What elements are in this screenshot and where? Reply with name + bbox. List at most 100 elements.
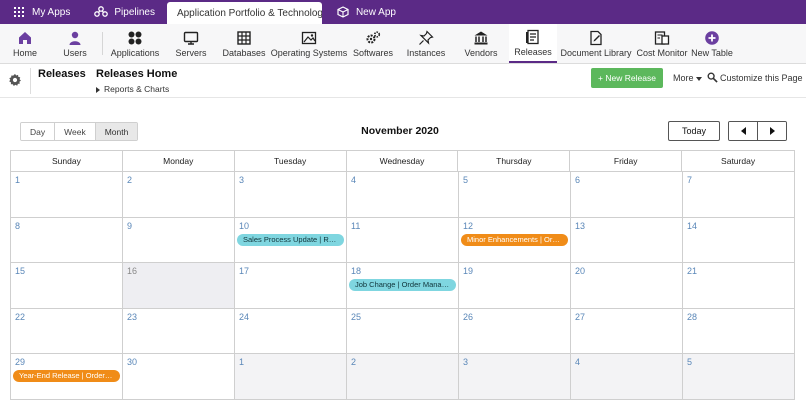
more-menu[interactable]: More	[673, 73, 702, 83]
gear-icon[interactable]	[8, 73, 22, 87]
new-release-button[interactable]: + New Release	[591, 68, 663, 88]
calendar-day-cell[interactable]: 11	[347, 217, 459, 262]
calendar-day-cell[interactable]: 5	[459, 172, 571, 217]
toolbar-applications[interactable]: Applications	[105, 24, 165, 63]
day-number[interactable]: 17	[239, 266, 249, 276]
day-number[interactable]: 9	[127, 221, 132, 231]
next-month-button[interactable]	[757, 122, 786, 140]
calendar-day-cell[interactable]: 7	[683, 172, 795, 217]
calendar-day-cell[interactable]: 2	[123, 172, 235, 217]
day-number[interactable]: 18	[351, 266, 361, 276]
day-number[interactable]: 5	[463, 175, 468, 185]
customize-page-link[interactable]: Customize this Page	[707, 72, 803, 83]
toolbar-operating-systems[interactable]: Operating Systems	[271, 24, 347, 63]
toolbar-databases[interactable]: Databases	[217, 24, 271, 63]
calendar-day-cell[interactable]: 4	[571, 354, 683, 399]
toolbar-new-table[interactable]: New Table	[689, 24, 735, 63]
view-week-button[interactable]: Week	[55, 123, 96, 140]
day-number[interactable]: 24	[239, 312, 249, 322]
day-number[interactable]: 20	[575, 266, 585, 276]
day-number[interactable]: 25	[351, 312, 361, 322]
day-number[interactable]: 12	[463, 221, 473, 231]
day-number[interactable]: 11	[351, 221, 360, 231]
calendar-day-cell[interactable]: 1	[235, 354, 347, 399]
calendar-day-cell[interactable]: 10 Sales Process Update | Rou...	[235, 217, 347, 262]
day-number[interactable]: 4	[575, 357, 580, 367]
release-event[interactable]: Job Change | Order Manag...	[349, 279, 456, 291]
toolbar-vendors[interactable]: Vendors	[453, 24, 509, 63]
toolbar-releases[interactable]: Releases	[509, 24, 557, 63]
calendar-day-cell[interactable]: 6	[571, 172, 683, 217]
view-day-button[interactable]: Day	[21, 123, 56, 140]
calendar-day-cell[interactable]: 2	[347, 354, 459, 399]
day-number[interactable]: 16	[127, 266, 137, 276]
calendar-day-cell[interactable]: 20	[571, 263, 683, 308]
toolbar-instances[interactable]: Instances	[399, 24, 453, 63]
calendar-day-cell[interactable]: 22	[11, 308, 123, 353]
calendar-day-cell[interactable]: 27	[571, 308, 683, 353]
day-number[interactable]: 2	[127, 175, 132, 185]
calendar-day-cell[interactable]: 4	[347, 172, 459, 217]
day-number[interactable]: 10	[239, 221, 249, 231]
day-number[interactable]: 23	[127, 312, 137, 322]
day-number[interactable]: 7	[687, 175, 692, 185]
calendar-day-cell[interactable]: 26	[459, 308, 571, 353]
release-event[interactable]: Sales Process Update | Rou...	[237, 233, 344, 246]
day-number[interactable]: 3	[239, 175, 244, 185]
day-number[interactable]: 26	[463, 312, 473, 322]
tab-application-portfolio[interactable]: Application Portfolio & Technology...	[166, 2, 322, 24]
calendar-day-cell[interactable]: 30	[123, 354, 235, 399]
day-number[interactable]: 4	[351, 175, 356, 185]
calendar-day-cell[interactable]: 19	[459, 263, 571, 308]
day-number[interactable]: 1	[15, 175, 20, 185]
day-number[interactable]: 28	[687, 312, 697, 322]
day-number[interactable]: 2	[351, 357, 356, 367]
calendar-day-cell[interactable]: 5	[683, 354, 795, 399]
day-number[interactable]: 1	[239, 357, 244, 367]
calendar-day-cell[interactable]: 17	[235, 263, 347, 308]
release-event[interactable]: Year-End Release | Order M...	[13, 370, 120, 382]
calendar-day-cell[interactable]: 16	[123, 263, 235, 308]
calendar-day-cell[interactable]: 1	[11, 172, 123, 217]
day-number[interactable]: 13	[575, 221, 585, 231]
calendar-day-cell[interactable]: 23	[123, 308, 235, 353]
day-number[interactable]: 29	[15, 357, 25, 367]
calendar-day-cell[interactable]: 3	[459, 354, 571, 399]
calendar-day-cell[interactable]: 25	[347, 308, 459, 353]
day-number[interactable]: 3	[463, 357, 468, 367]
calendar-day-cell[interactable]: 21	[683, 263, 795, 308]
calendar-day-cell[interactable]: 18 Job Change | Order Manag...	[347, 263, 459, 308]
day-number[interactable]: 27	[575, 312, 585, 322]
today-button[interactable]: Today	[668, 121, 720, 141]
day-number[interactable]: 14	[687, 221, 697, 231]
calendar-day-cell[interactable]: 29 Year-End Release | Order M...	[11, 354, 123, 399]
tab-pipelines[interactable]: Pipelines	[82, 0, 167, 24]
calendar-day-cell[interactable]: 8	[11, 217, 123, 262]
calendar-day-cell[interactable]: 14	[683, 217, 795, 262]
tab-my-apps[interactable]: My Apps	[0, 0, 82, 24]
day-number[interactable]: 21	[687, 266, 697, 276]
day-number[interactable]: 15	[15, 266, 25, 276]
toolbar-users[interactable]: Users	[50, 24, 100, 63]
day-number[interactable]: 22	[15, 312, 25, 322]
calendar-day-cell[interactable]: 15	[11, 263, 123, 308]
release-event[interactable]: Minor Enhancements | Ord...	[461, 233, 568, 246]
calendar-day-cell[interactable]: 13	[571, 217, 683, 262]
calendar-day-cell[interactable]: 9	[123, 217, 235, 262]
calendar-day-cell[interactable]: 12 Minor Enhancements | Ord...	[459, 217, 571, 262]
day-number[interactable]: 19	[463, 266, 473, 276]
toolbar-softwares[interactable]: Softwares	[347, 24, 399, 63]
toolbar-home[interactable]: Home	[0, 24, 50, 63]
toolbar-document-library[interactable]: Document Library	[557, 24, 635, 63]
day-number[interactable]: 6	[575, 175, 580, 185]
day-number[interactable]: 8	[15, 221, 20, 231]
tab-new-app[interactable]: New App	[322, 0, 408, 24]
day-number[interactable]: 5	[687, 357, 692, 367]
reports-charts-toggle[interactable]: Reports & Charts	[96, 84, 169, 94]
view-month-button[interactable]: Month	[95, 123, 138, 140]
calendar-day-cell[interactable]: 28	[683, 308, 795, 353]
calendar-day-cell[interactable]: 3	[235, 172, 347, 217]
day-number[interactable]: 30	[127, 357, 137, 367]
prev-month-button[interactable]	[729, 122, 757, 140]
toolbar-cost-monitor[interactable]: Cost Monitor	[635, 24, 689, 63]
